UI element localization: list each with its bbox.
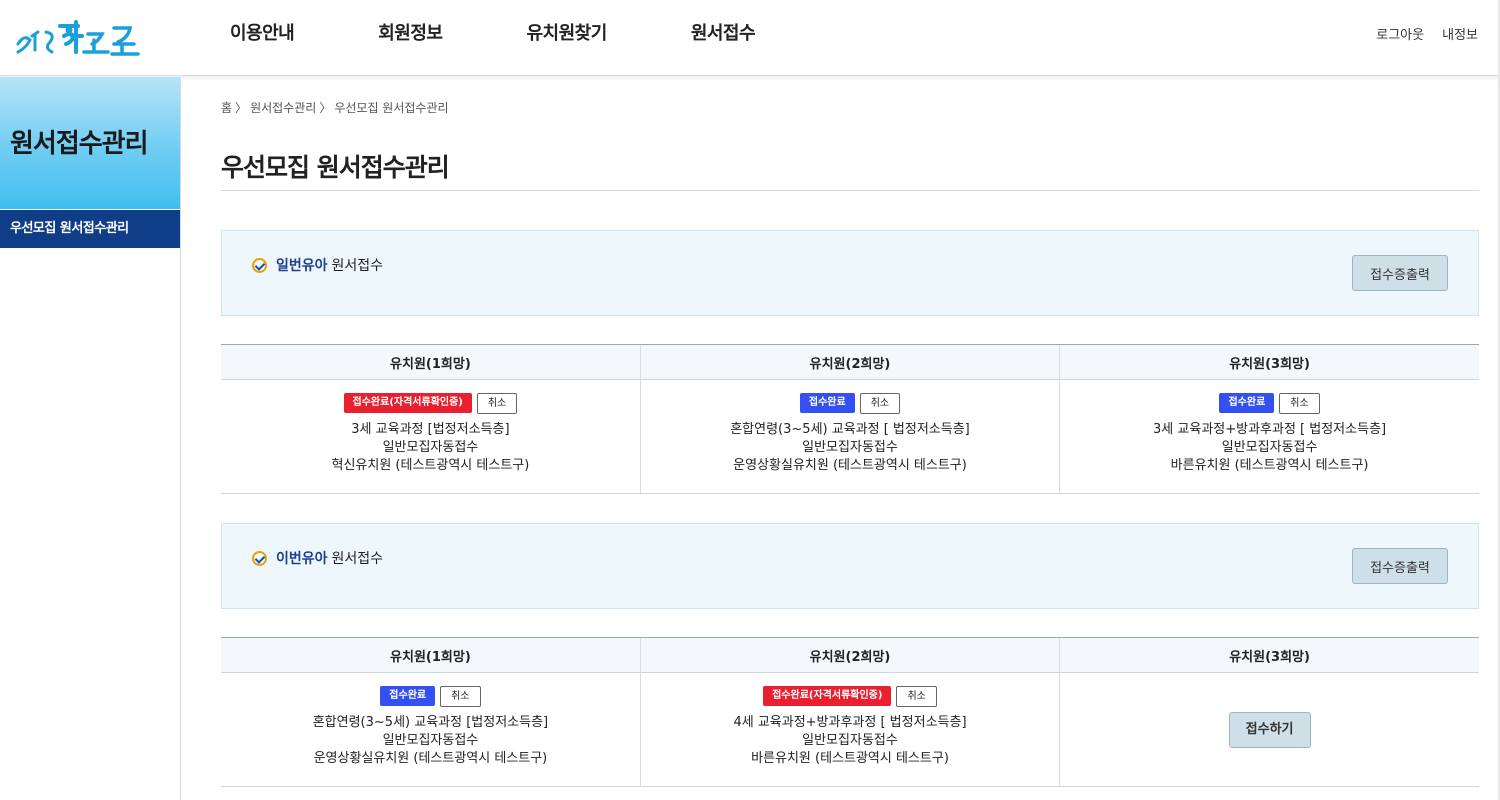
choice-cell: 접수완료 취소 혼합연령(3~5세) 교육과정 [법정저소득층] 일반모집자동접수… [221, 672, 641, 787]
cancel-button[interactable]: 취소 [440, 685, 481, 707]
column-header-choice-3: 유치원(3희망) [1059, 344, 1479, 380]
sidebar-item-priority-application[interactable]: 우선모집 원서접수관리 [0, 210, 180, 248]
page-title: 우선모집 원서접수관리 [221, 148, 1479, 191]
child-name: 이번유아 [276, 551, 328, 567]
column-header-choice-2: 유치원(2희망) [639, 637, 1060, 673]
kindergarten-name: 혁신유치원 (테스트광역시 테스트구) [331, 458, 530, 473]
sidebar-title: 원서접수관리 [10, 128, 149, 159]
course-text: 3세 교육과정 [법정저소득층] [351, 422, 510, 437]
kindergarten-name: 운영상황실유치원 (테스트광역시 테스트구) [313, 751, 548, 766]
table-row: 접수완료(자격서류확인중) 취소 3세 교육과정 [법정저소득층] 일반모집자동접… [221, 379, 1479, 494]
recruit-type-text: 일반모집자동접수 [802, 733, 898, 748]
logout-link[interactable]: 로그아웃 [1376, 24, 1424, 43]
section-label: 이번유아 원서접수 [252, 548, 383, 568]
kindergarten-name: 바른유치원 (테스트광역시 테스트구) [1170, 458, 1369, 473]
table-row: 접수완료 취소 혼합연령(3~5세) 교육과정 [법정저소득층] 일반모집자동접수… [221, 672, 1479, 787]
choice-cell: 접수완료(자격서류확인중) 취소 3세 교육과정 [법정저소득층] 일반모집자동접… [221, 379, 641, 494]
child-section-header: 일번유아 원서접수 접수증출력 [221, 230, 1479, 316]
recruit-type-text: 일반모집자동접수 [382, 440, 479, 455]
column-header-choice-3: 유치원(3희망) [1059, 637, 1479, 673]
my-info-link[interactable]: 내정보 [1442, 24, 1478, 43]
section-label: 일번유아 원서접수 [252, 255, 383, 275]
sidebar-title-box: 원서접수관리 [0, 77, 180, 209]
application-table: 유치원(1희망) 유치원(2희망) 유치원(3희망) 접수완료(자격서류확인중)… [221, 344, 1479, 494]
choice-cell: 접수완료(자격서류확인중) 취소 4세 교육과정+방과후과정 [ 법정저소득층] … [639, 672, 1060, 787]
choice-cell: 접수완료 취소 3세 교육과정+방과후과정 [ 법정저소득층] 일반모집자동접수 … [1059, 379, 1479, 494]
breadcrumb-separator: 〉 [235, 101, 248, 115]
choice-cell: 접수하기 [1059, 672, 1479, 787]
site-logo[interactable] [14, 14, 144, 60]
recruit-type-text: 일반모집자동접수 [1221, 440, 1318, 455]
nav-find-kindergarten[interactable]: 유치원찾기 [527, 0, 608, 70]
child-section-header: 이번유아 원서접수 접수증출력 [221, 523, 1479, 609]
nav-member-info[interactable]: 회원정보 [378, 0, 443, 70]
kindergarten-name: 바른유치원 (테스트광역시 테스트구) [751, 751, 949, 766]
nav-guide[interactable]: 이용안내 [230, 0, 295, 70]
application-table: 유치원(1희망) 유치원(2희망) 유치원(3희망) 접수완료 취소 혼합연령(3… [221, 637, 1479, 787]
section-suffix: 원서접수 [331, 551, 384, 567]
section-suffix: 원서접수 [331, 258, 384, 274]
breadcrumb-current: 우선모집 원서접수관리 [334, 101, 449, 115]
main-content: 홈 〉 원서접수관리 〉 우선모집 원서접수관리 우선모집 원서접수관리 일번유아 원서… [221, 77, 1479, 787]
column-header-choice-1: 유치원(1희망) [221, 637, 641, 673]
check-circle-icon [252, 550, 267, 566]
course-text: 혼합연령(3~5세) 교육과정 [법정저소득층] [312, 715, 549, 730]
course-text: 3세 교육과정+방과후과정 [ 법정저소득층] [1153, 422, 1387, 437]
util-menu: 로그아웃 내정보 [1376, 24, 1478, 43]
child-name: 일번유아 [276, 258, 328, 274]
sidebar: 원서접수관리 우선모집 원서접수관리 [0, 77, 181, 800]
status-badge: 접수완료 [1219, 393, 1275, 413]
choice-cell: 접수완료 취소 혼합연령(3~5세) 교육과정 [ 법정저소득층] 일반모집자동접… [639, 379, 1060, 494]
status-badge: 접수완료(자격서류확인중) [763, 686, 892, 706]
status-badge: 접수완료 [380, 686, 436, 706]
cancel-button[interactable]: 취소 [476, 392, 518, 414]
print-receipt-button[interactable]: 접수증출력 [1352, 548, 1448, 584]
breadcrumb: 홈 〉 원서접수관리 〉 우선모집 원서접수관리 [221, 99, 1479, 117]
column-header-choice-2: 유치원(2희망) [639, 344, 1060, 380]
recruit-type-text: 일반모집자동접수 [802, 440, 898, 455]
status-badge: 접수완료(자격서류확인중) [343, 393, 472, 413]
nav-application[interactable]: 원서접수 [691, 0, 756, 70]
check-circle-icon [252, 257, 267, 273]
main-nav: 이용안내 회원정보 유치원찾기 원서접수 [230, 0, 839, 70]
breadcrumb-application-mgmt[interactable]: 원서접수관리 [250, 101, 316, 115]
course-text: 4세 교육과정+방과후과정 [ 법정저소득층] [733, 715, 967, 730]
course-text: 혼합연령(3~5세) 교육과정 [ 법정저소득층] [730, 422, 970, 437]
cancel-button[interactable]: 취소 [859, 392, 901, 414]
status-badge: 접수완료 [799, 393, 855, 413]
apply-button[interactable]: 접수하기 [1228, 712, 1311, 748]
recruit-type-text: 일반모집자동접수 [382, 733, 479, 748]
breadcrumb-separator: 〉 [319, 101, 332, 115]
column-header-choice-1: 유치원(1희망) [221, 344, 641, 380]
breadcrumb-home[interactable]: 홈 [221, 101, 232, 115]
cancel-button[interactable]: 취소 [896, 685, 937, 707]
cancel-button[interactable]: 취소 [1279, 392, 1320, 414]
top-header: 이용안내 회원정보 유치원찾기 원서접수 로그아웃 내정보 [0, 0, 1500, 76]
print-receipt-button[interactable]: 접수증출력 [1352, 255, 1448, 291]
kindergarten-name: 운영상황실유치원 (테스트광역시 테스트구) [733, 458, 967, 473]
